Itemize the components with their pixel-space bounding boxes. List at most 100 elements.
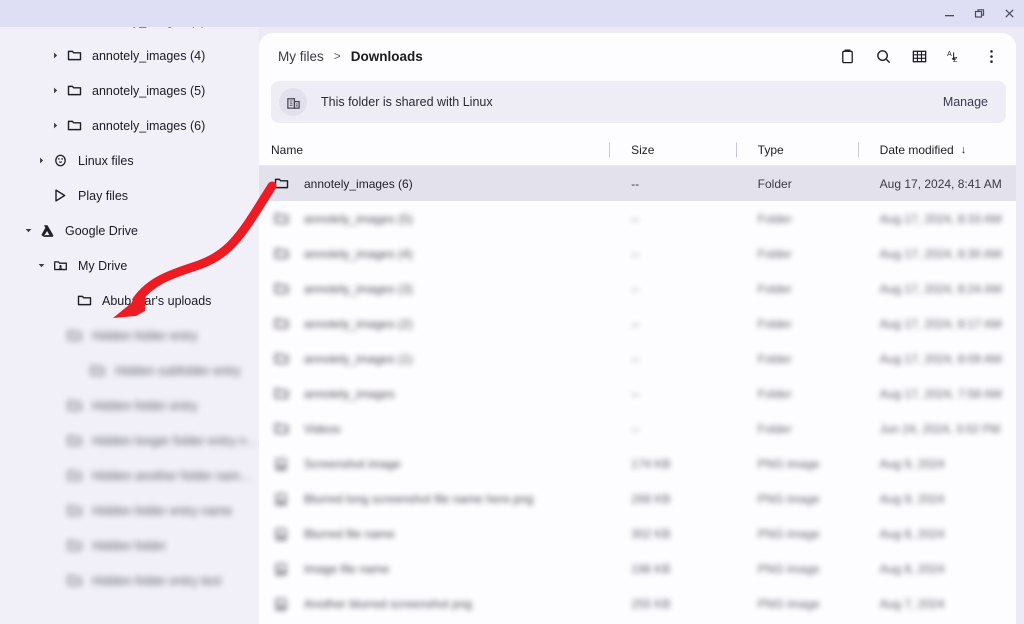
chevron-right-icon[interactable] [33,156,49,165]
file-type-label: Folder [757,176,792,191]
file-size-label: 174 KB [631,456,671,471]
cell-name: Image file name [271,562,609,576]
panel-toolbar: A Z [832,41,1006,71]
sidebar-item-play-files[interactable]: Play files [0,178,259,213]
file-type-label: Folder [757,386,792,401]
sidebar-item-list: annotely_images (3) annotely_images (4) an… [0,27,259,598]
sidebar-item-label: Hidden subfolder entry [115,363,241,378]
file-date-label: Aug 7, 2024 [879,596,945,611]
table-row[interactable]: Blurred long screenshot file name here.p… [259,481,1016,516]
file-name-label: annotely_images (4) [304,246,413,261]
table-row[interactable]: annotely_images (3) -- Folder Aug 17, 2024,… [259,271,1016,306]
file-size-label: 268 KB [631,491,671,506]
navigation-sidebar[interactable]: annotely_images (3) annotely_images (4) an… [0,27,259,624]
file-row-list: annotely_images (6) -- Folder Aug 17, 2024,… [259,166,1016,621]
sidebar-item-label: Hidden folder entry name [92,503,233,518]
table-row[interactable]: annotely_images (1) -- Folder Aug 17, 2024,… [259,341,1016,376]
sidebar-item-my-drive[interactable]: My Drive [0,248,259,283]
table-row[interactable]: annotely_images -- Folder Aug 17, 2024, 7:5… [259,376,1016,411]
cell-name: annotely_images (2) [271,316,609,331]
manage-link[interactable]: Manage [935,91,996,113]
sidebar-item-hidden-16[interactable]: Hidden folder entry text [0,563,259,598]
table-row[interactable]: Videos -- Folder Jun 24, 2024, 3:02 PM [259,411,1016,446]
file-date-label: Aug 9, 2024 [879,456,945,471]
close-icon[interactable] [994,3,1024,25]
breadcrumb-downloads[interactable]: Downloads [346,46,428,67]
file-size-label: -- [631,246,640,261]
sidebar-item-hidden-12[interactable]: Hidden longer folder entry name [0,423,259,458]
table-row[interactable]: annotely_images (2) -- Folder Aug 17, 2024,… [259,306,1016,341]
file-type-label: Folder [757,281,792,296]
breadcrumb-my-files[interactable]: My files [273,46,329,67]
sidebar-item-hidden-11[interactable]: Hidden folder entry [0,388,259,423]
column-header-size[interactable]: Size [609,142,736,157]
window-titlebar [0,0,1024,27]
sidebar-item-google-drive[interactable]: Google Drive [0,213,259,248]
file-size-label: 255 KB [631,596,671,611]
cell-name: annotely_images (4) [271,246,609,261]
sidebar-item-hidden-15[interactable]: Hidden folder [0,528,259,563]
folder-icon [63,83,85,98]
folder-icon [271,281,291,296]
delete-icon[interactable] [832,41,862,71]
chevron-down-icon[interactable] [33,261,49,270]
table-row[interactable]: annotely_images (6) -- Folder Aug 17, 2024,… [259,166,1016,201]
files-app-window: annotely_images (3)annotely_images (4)an… [0,0,1024,624]
play-icon [49,188,71,203]
table-row[interactable]: Blurred file name 302 KB PNG image Aug 8, 2… [259,516,1016,551]
column-header-date-modified[interactable]: Date modified ↓ [857,142,1016,157]
more-options-icon[interactable] [976,41,1006,71]
minimize-icon[interactable] [934,3,964,25]
chevron-right-icon[interactable] [47,121,63,130]
table-row[interactable]: Image file name 196 KB PNG image Aug 8, 202… [259,551,1016,586]
file-name-label: annotely_images (5) [304,211,413,226]
file-size-label: -- [631,281,640,296]
table-row[interactable]: Another blurred screenshot png 255 KB PNG … [259,586,1016,621]
file-date-label: Aug 17, 2024, 8:41 AM [879,176,1002,191]
sidebar-item-hidden-9[interactable]: Hidden folder entry [0,318,259,353]
column-header-size-label: Size [631,142,655,157]
cell-name: Blurred file name [271,527,609,541]
file-date-label: Aug 17, 2024, 8:09 AM [879,351,1002,366]
sidebar-item-annotely-images-6[interactable]: annotely_images (6) [0,108,259,143]
sidebar-item-label: Hidden another folder name here [92,468,259,483]
column-header-name-label: Name [271,142,304,157]
folder-icon [271,316,291,331]
sidebar-item-hidden-13[interactable]: Hidden another folder name here [0,458,259,493]
column-header-type-label: Type [757,142,784,157]
sidebar-item-label: Linux files [78,153,134,168]
folder-icon [63,328,85,343]
table-row[interactable]: Screenshot image 174 KB PNG image Aug 9, 20… [259,446,1016,481]
file-size-label: 302 KB [631,526,671,541]
file-list-panel: My files > Downloads A Z This folder is … [259,33,1016,624]
chevron-right-icon[interactable] [47,51,63,60]
panel-header: My files > Downloads A Z [259,33,1016,79]
sort-az-icon[interactable]: A Z [940,41,970,71]
sidebar-item-hidden-10[interactable]: Hidden subfolder entry [0,353,259,388]
folder-icon [63,118,85,133]
sidebar-item-label: Google Drive [65,223,138,238]
column-header-name[interactable]: Name [271,143,609,157]
search-icon[interactable] [868,41,898,71]
restore-icon[interactable] [964,3,994,25]
file-date-label: Aug 8, 2024 [879,561,945,576]
grid-view-icon[interactable] [904,41,934,71]
file-type-label: PNG image [757,526,820,541]
chevron-down-icon[interactable] [20,226,36,235]
folder-icon [63,468,85,483]
sidebar-item-annotely-images-5[interactable]: annotely_images (5) [0,73,259,108]
file-name-label: annotely_images (6) [304,176,413,191]
sidebar-item-linux-files[interactable]: Linux files [0,143,259,178]
folder-icon [271,421,291,436]
sidebar-item-annotely-images-3[interactable]: annotely_images (3) [0,27,259,38]
sidebar-item-abubakar-s-uploads[interactable]: Abubakar's uploads [0,283,259,318]
chevron-right-icon[interactable] [47,86,63,95]
table-row[interactable]: annotely_images (5) -- Folder Aug 17, 2024,… [259,201,1016,236]
table-row[interactable]: annotely_images (4) -- Folder Aug 17, 2024,… [259,236,1016,271]
file-type-label: PNG image [757,491,820,506]
cell-name: annotely_images (6) [271,176,609,191]
sidebar-item-annotely-images-4[interactable]: annotely_images (4) [0,38,259,73]
sidebar-item-hidden-14[interactable]: Hidden folder entry name [0,493,259,528]
file-name-label: annotely_images (2) [304,316,413,331]
column-header-type[interactable]: Type [735,142,858,157]
